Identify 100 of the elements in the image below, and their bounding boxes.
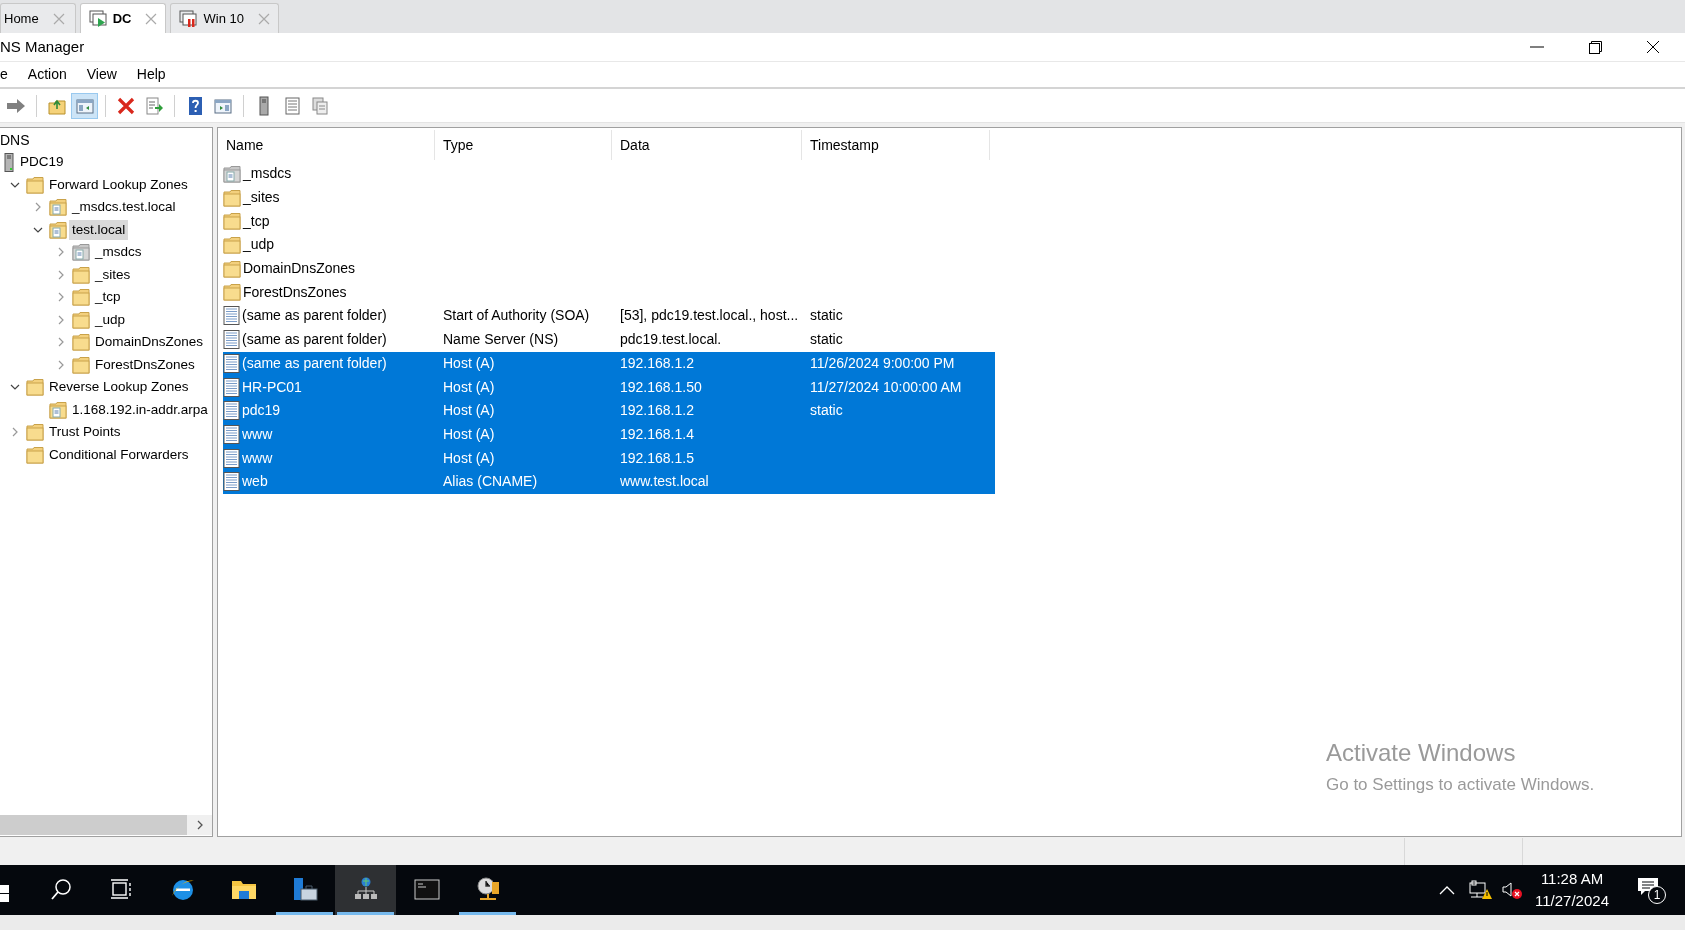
copies-icon [309, 95, 330, 116]
table-row[interactable]: pdc19 Host (A) 192.168.1.2 static [223, 398, 995, 423]
scroll-right-icon[interactable] [196, 820, 203, 830]
tree-root-label[interactable]: DNS [0, 129, 30, 151]
table-cell-text: _sites [243, 188, 280, 208]
speaker-muted-icon[interactable] [1501, 880, 1524, 900]
folder-icon [223, 235, 241, 254]
expand-chevron-icon[interactable] [58, 314, 64, 325]
activation-message: Go to Settings to activate Windows. [1326, 774, 1595, 796]
menu-item[interactable]: Action [17, 64, 77, 85]
column-header[interactable]: Type [435, 130, 612, 160]
tree-item[interactable]: _udp [92, 309, 129, 330]
taskbar-button[interactable] [335, 865, 396, 915]
table-row[interactable]: HR-PC01 Host (A) 192.168.1.50 11/27/2024 10:00:00 AM [223, 375, 995, 399]
tree-item[interactable]: _tcp [92, 287, 124, 308]
table-row[interactable]: (same as parent folder) Name Server (NS) pdc19.test.local. static [223, 327, 995, 352]
table-cell-text: _msdcs [243, 164, 292, 184]
notifications-button[interactable]: 1 [1635, 873, 1665, 907]
table-cell-text: 11/27/2024 10:00:00 AM [810, 377, 962, 397]
folder-icon [26, 175, 44, 194]
clock-network-icon [474, 877, 501, 903]
folder-icon [72, 333, 90, 352]
folder-icon [26, 423, 44, 442]
tree-item[interactable]: _sites [92, 264, 134, 285]
folder-icon [223, 283, 241, 302]
tree-item[interactable]: _msdcs [92, 242, 145, 263]
tree-item[interactable]: _msdcs.test.local [69, 197, 179, 218]
table-cell-text: _tcp [243, 211, 270, 231]
table-cell-text: Start of Authority (SOA) [443, 306, 590, 326]
clock-date[interactable]: 11/27/2024 [1535, 890, 1609, 912]
table-cell-text: web [242, 472, 268, 492]
column-header[interactable]: Name [218, 130, 435, 160]
tree-item[interactable]: Trust Points [46, 422, 124, 443]
folder-icon [72, 288, 90, 307]
collapse-chevron-icon[interactable] [10, 181, 20, 188]
table-cell-text: (same as parent folder) [242, 306, 387, 326]
expand-chevron-icon[interactable] [12, 427, 18, 438]
tree-item[interactable]: Conditional Forwarders [46, 444, 192, 465]
zone-document-icon [223, 164, 241, 183]
tree-item[interactable]: 1.168.192.in-addr.arpa [69, 399, 211, 420]
expand-chevron-icon[interactable] [35, 202, 41, 213]
network-warning-icon[interactable] [1469, 880, 1494, 900]
vm-paused-icon [179, 9, 198, 28]
show-hidden-icons-icon[interactable] [1439, 885, 1456, 895]
tab[interactable]: DC [79, 3, 167, 33]
column-header[interactable]: Timestamp [802, 130, 990, 160]
table-cell-text: Host (A) [443, 377, 495, 397]
expand-chevron-icon[interactable] [58, 269, 64, 280]
server-icon [3, 152, 15, 172]
record-icon [223, 377, 240, 397]
table-row[interactable]: _udp [223, 233, 995, 257]
table-cell-text: Host (A) [443, 401, 495, 421]
table-row[interactable]: (same as parent folder) Host (A) 192.168.1.2 11/26/2024 9:00:00 PM [223, 351, 995, 376]
tree-item[interactable]: Forward Lookup Zones [46, 174, 191, 195]
menu-item[interactable]: e [0, 64, 18, 85]
table-row[interactable]: _msdcs [223, 162, 995, 186]
tree-item[interactable]: DomainDnsZones [92, 332, 207, 353]
table-cell-text: 192.168.1.4 [620, 424, 694, 444]
tab[interactable]: Win 10 [170, 3, 279, 33]
expand-chevron-icon[interactable] [58, 247, 64, 258]
table-row[interactable]: _tcp [223, 209, 995, 234]
restore-icon [1588, 40, 1602, 54]
table-cell-text: www.test.local [620, 472, 709, 492]
tree-item[interactable]: PDC19 [17, 152, 67, 173]
expand-chevron-icon[interactable] [58, 359, 64, 370]
folder-icon [223, 259, 241, 278]
table-row[interactable]: _sites [223, 185, 995, 210]
table-row[interactable]: DomainDnsZones [223, 256, 995, 281]
table-row[interactable]: www Host (A) 192.168.1.4 [223, 422, 995, 447]
menu-item[interactable]: View [76, 64, 127, 85]
close-tab-icon[interactable] [145, 12, 158, 25]
table-cell-text: 192.168.1.2 [620, 353, 694, 373]
expand-chevron-icon[interactable] [58, 292, 64, 303]
collapse-chevron-icon[interactable] [33, 226, 43, 233]
collapse-chevron-icon[interactable] [10, 384, 20, 391]
table-row[interactable]: ForestDnsZones [223, 280, 995, 305]
tree-pane-button[interactable] [71, 92, 98, 119]
table-cell-text: Alias (CNAME) [443, 472, 538, 492]
menu-item[interactable]: Help [126, 64, 176, 85]
table-cell-text: 192.168.1.2 [620, 401, 694, 421]
tab[interactable]: Home [0, 3, 76, 33]
table-cell-text: Host (A) [443, 424, 495, 444]
table-cell-text: Name Server (NS) [443, 330, 559, 350]
clock-time[interactable]: 11:28 AM [1540, 868, 1604, 890]
expand-chevron-icon[interactable] [58, 337, 64, 348]
tree-item[interactable]: test.local [69, 219, 129, 240]
tree-item[interactable]: ForestDnsZones [92, 354, 198, 375]
table-row[interactable]: www Host (A) 192.168.1.5 [223, 446, 995, 470]
column-header[interactable]: Data [612, 130, 802, 160]
folder-icon [72, 265, 90, 284]
notification-count: 1 [1648, 886, 1666, 904]
table-cell-text: www [242, 424, 273, 444]
table-cell-text: static [810, 306, 843, 326]
table-row[interactable]: web Alias (CNAME) www.test.local [223, 469, 995, 494]
folder-icon [72, 355, 90, 374]
folder-icon [223, 212, 241, 231]
table-row[interactable]: (same as parent folder) Start of Authority (SOA) [53], pdc19.test.local., host... static [223, 304, 995, 328]
tree-item[interactable]: Reverse Lookup Zones [46, 377, 192, 398]
folder-icon [26, 445, 44, 464]
table-cell-text: pdc19.test.local. [620, 330, 722, 350]
